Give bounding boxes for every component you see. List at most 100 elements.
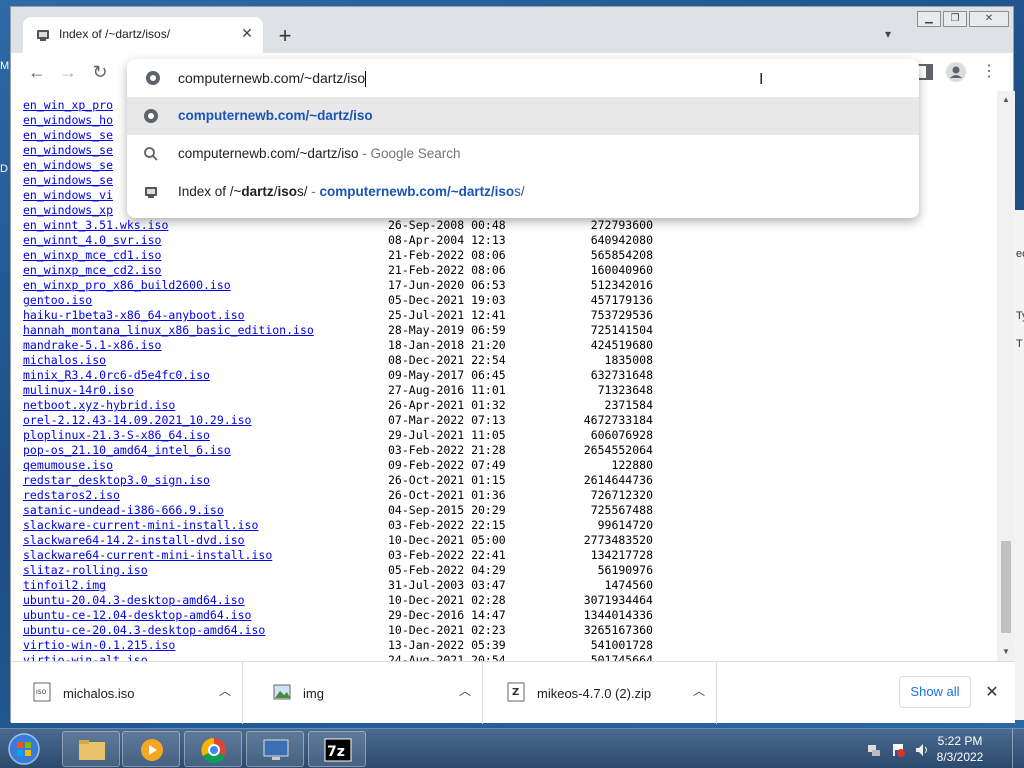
network-icon[interactable]	[866, 742, 882, 758]
file-link[interactable]: ploplinux-21.3-S-x86_64.iso	[23, 428, 210, 442]
download-item[interactable]: img ︿	[251, 662, 483, 724]
site-favicon-icon	[37, 30, 49, 41]
file-row: en_winxp_mce_cd2.iso 21-Feb-2022 08:06 160…	[23, 263, 663, 278]
file-link[interactable]: en_windows_xp	[23, 203, 113, 217]
show-all-button[interactable]: Show all	[899, 676, 971, 708]
file-link[interactable]: orel-2.12.43-14.09.2021_10.29.iso	[23, 413, 251, 427]
menu-kebab-icon[interactable]: ⋮	[977, 60, 1001, 84]
suggestion-item[interactable]: computernewb.com/~dartz/iso	[127, 97, 919, 135]
maximize-button[interactable]: ❐	[943, 11, 967, 27]
forward-arrow-icon[interactable]: →	[56, 60, 80, 84]
file-row: mandrake-5.1-x86.iso 18-Jan-2018 21:20 424…	[23, 338, 663, 353]
file-size: 606076928	[590, 428, 653, 442]
file-link[interactable]: slitaz-rolling.iso	[23, 563, 148, 577]
vertical-scrollbar[interactable]: ▲ ▼	[997, 91, 1015, 661]
file-link[interactable]: en_windows_se	[23, 158, 113, 172]
tab-close-icon[interactable]: ✕	[239, 25, 255, 41]
site-favicon-icon	[145, 187, 157, 198]
file-link[interactable]: en_winxp_mce_cd2.iso	[23, 263, 161, 277]
file-link[interactable]: en_windows_ho	[23, 113, 113, 127]
file-link[interactable]: gentoo.iso	[23, 293, 92, 307]
suggestion-item[interactable]: Index of /~dartz/isos/ - computernewb.co…	[127, 173, 919, 211]
file-link[interactable]: pop-os_21.10_amd64_intel_6.iso	[23, 443, 231, 457]
volume-icon[interactable]	[914, 742, 930, 758]
chevron-up-icon[interactable]: ︿	[691, 682, 707, 698]
file-row: minix_R3.4.0rc6-d5e4fc0.iso 09-May-2017 0…	[23, 368, 663, 383]
file-link[interactable]: slackware64-14.2-install-dvd.iso	[23, 533, 245, 547]
tab-search-chevron-icon[interactable]: ▾	[885, 27, 901, 43]
file-date: 26-Apr-2021 01:32	[388, 398, 506, 412]
browser-window: Index of /~dartz/isos/ ✕ + ▾ ▁ ❐ ✕ ← → ↻…	[10, 6, 1015, 724]
back-arrow-icon[interactable]: ←	[25, 60, 49, 84]
clock-time[interactable]: 5:22 PM	[930, 734, 990, 748]
scroll-thumb[interactable]	[1001, 541, 1011, 633]
file-row: en_winxp_pro_x86_build2600.iso 17-Jun-202…	[23, 278, 663, 293]
chevron-up-icon[interactable]: ︿	[457, 682, 473, 698]
file-row: slackware-current-mini-install.iso 03-Feb…	[23, 518, 663, 533]
chrome-taskbar-button[interactable]	[184, 731, 242, 767]
file-link[interactable]: qemumouse.iso	[23, 458, 113, 472]
media-player-taskbar-button[interactable]	[122, 731, 180, 767]
close-window-button[interactable]: ✕	[969, 11, 1009, 27]
file-link[interactable]: en_windows_se	[23, 143, 113, 157]
tab-active[interactable]: Index of /~dartz/isos/ ✕	[23, 17, 263, 53]
file-row: hannah_montana_linux_x86_basic_edition.i…	[23, 323, 663, 338]
file-link[interactable]: ubuntu-ce-20.04.3-desktop-amd64.iso	[23, 623, 265, 637]
file-row: en_winnt_3.51.wks.iso 26-Sep-2008 00:48 27…	[23, 218, 663, 233]
file-link[interactable]: hannah_montana_linux_x86_basic_edition.i…	[23, 323, 314, 337]
file-link[interactable]: mandrake-5.1-x86.iso	[23, 338, 161, 352]
file-date: 09-May-2017 06:45	[388, 368, 506, 382]
download-item[interactable]: ISO michalos.iso ︿	[11, 662, 243, 724]
file-link[interactable]: virtio-win-0.1.215.iso	[23, 638, 175, 652]
file-link[interactable]: virtio-win-alt.iso	[23, 653, 148, 661]
file-link[interactable]: netboot.xyz-hybrid.iso	[23, 398, 175, 412]
file-date: 25-Jul-2021 12:41	[388, 308, 506, 322]
file-link[interactable]: redstar_desktop3.0_sign.iso	[23, 473, 210, 487]
file-link[interactable]: ubuntu-20.04.3-desktop-amd64.iso	[23, 593, 245, 607]
monitor-icon	[263, 739, 289, 760]
file-link[interactable]: tinfoil2.img	[23, 578, 106, 592]
profile-avatar-icon[interactable]	[946, 62, 966, 82]
file-link[interactable]: slackware-current-mini-install.iso	[23, 518, 258, 532]
file-link[interactable]: slackware64-current-mini-install.iso	[23, 548, 272, 562]
file-link[interactable]: michalos.iso	[23, 353, 106, 367]
file-link[interactable]: en_winnt_4.0_svr.iso	[23, 233, 161, 247]
file-link[interactable]: en_winxp_mce_cd1.iso	[23, 248, 161, 262]
reload-icon[interactable]: ↻	[88, 60, 112, 84]
file-link[interactable]: minix_R3.4.0rc6-d5e4fc0.iso	[23, 368, 210, 382]
omnibox-dropdown: computernewb.com/~dartz/iso I computerne…	[127, 59, 919, 218]
file-link[interactable]: satanic-undead-i386-666.9.iso	[23, 503, 224, 517]
show-desktop-button[interactable]	[1012, 729, 1024, 768]
file-link[interactable]: ubuntu-ce-12.04-desktop-amd64.iso	[23, 608, 251, 622]
action-center-flag-icon[interactable]	[890, 742, 906, 758]
file-link[interactable]: en_winnt_3.51.wks.iso	[23, 218, 168, 232]
address-input[interactable]: computernewb.com/~dartz/iso	[178, 70, 367, 88]
7zip-taskbar-button[interactable]: 7z	[308, 731, 366, 767]
minimize-button[interactable]: ▁	[917, 11, 941, 27]
chevron-up-icon[interactable]: ︿	[217, 682, 233, 698]
start-button[interactable]	[4, 731, 44, 767]
file-link[interactable]: en_windows_se	[23, 173, 113, 187]
file-link[interactable]: en_windows_se	[23, 128, 113, 142]
media-player-icon	[141, 739, 163, 761]
address-bar[interactable]: computernewb.com/~dartz/iso I	[127, 59, 919, 97]
file-row: satanic-undead-i386-666.9.iso 04-Sep-2015…	[23, 503, 663, 518]
file-row: en_winxp_mce_cd1.iso 21-Feb-2022 08:06 565…	[23, 248, 663, 263]
file-size: 3071934464	[583, 593, 653, 607]
explorer-taskbar-button[interactable]	[62, 731, 120, 767]
file-link[interactable]: en_windows_vi	[23, 188, 113, 202]
file-link[interactable]: haiku-r1beta3-x86_64-anyboot.iso	[23, 308, 245, 322]
remote-desktop-taskbar-button[interactable]	[246, 731, 304, 767]
file-link[interactable]: redstaros2.iso	[23, 488, 120, 502]
file-link[interactable]: en_winxp_pro_x86_build2600.iso	[23, 278, 231, 292]
scroll-down-icon[interactable]: ▼	[1001, 647, 1011, 657]
close-download-bar-icon[interactable]: ✕	[983, 684, 1001, 702]
file-link[interactable]: en_win_xp_pro	[23, 98, 113, 112]
suggestion-item[interactable]: computernewb.com/~dartz/iso - Google Sea…	[127, 135, 919, 173]
new-tab-button[interactable]: +	[273, 25, 297, 49]
scroll-up-icon[interactable]: ▲	[1001, 95, 1011, 105]
clock-date[interactable]: 8/3/2022	[930, 750, 990, 764]
file-link[interactable]: mulinux-14r0.iso	[23, 383, 134, 397]
image-file-icon	[273, 684, 291, 700]
download-item[interactable]: Z mikeos-4.7.0 (2).zip ︿	[485, 662, 717, 724]
